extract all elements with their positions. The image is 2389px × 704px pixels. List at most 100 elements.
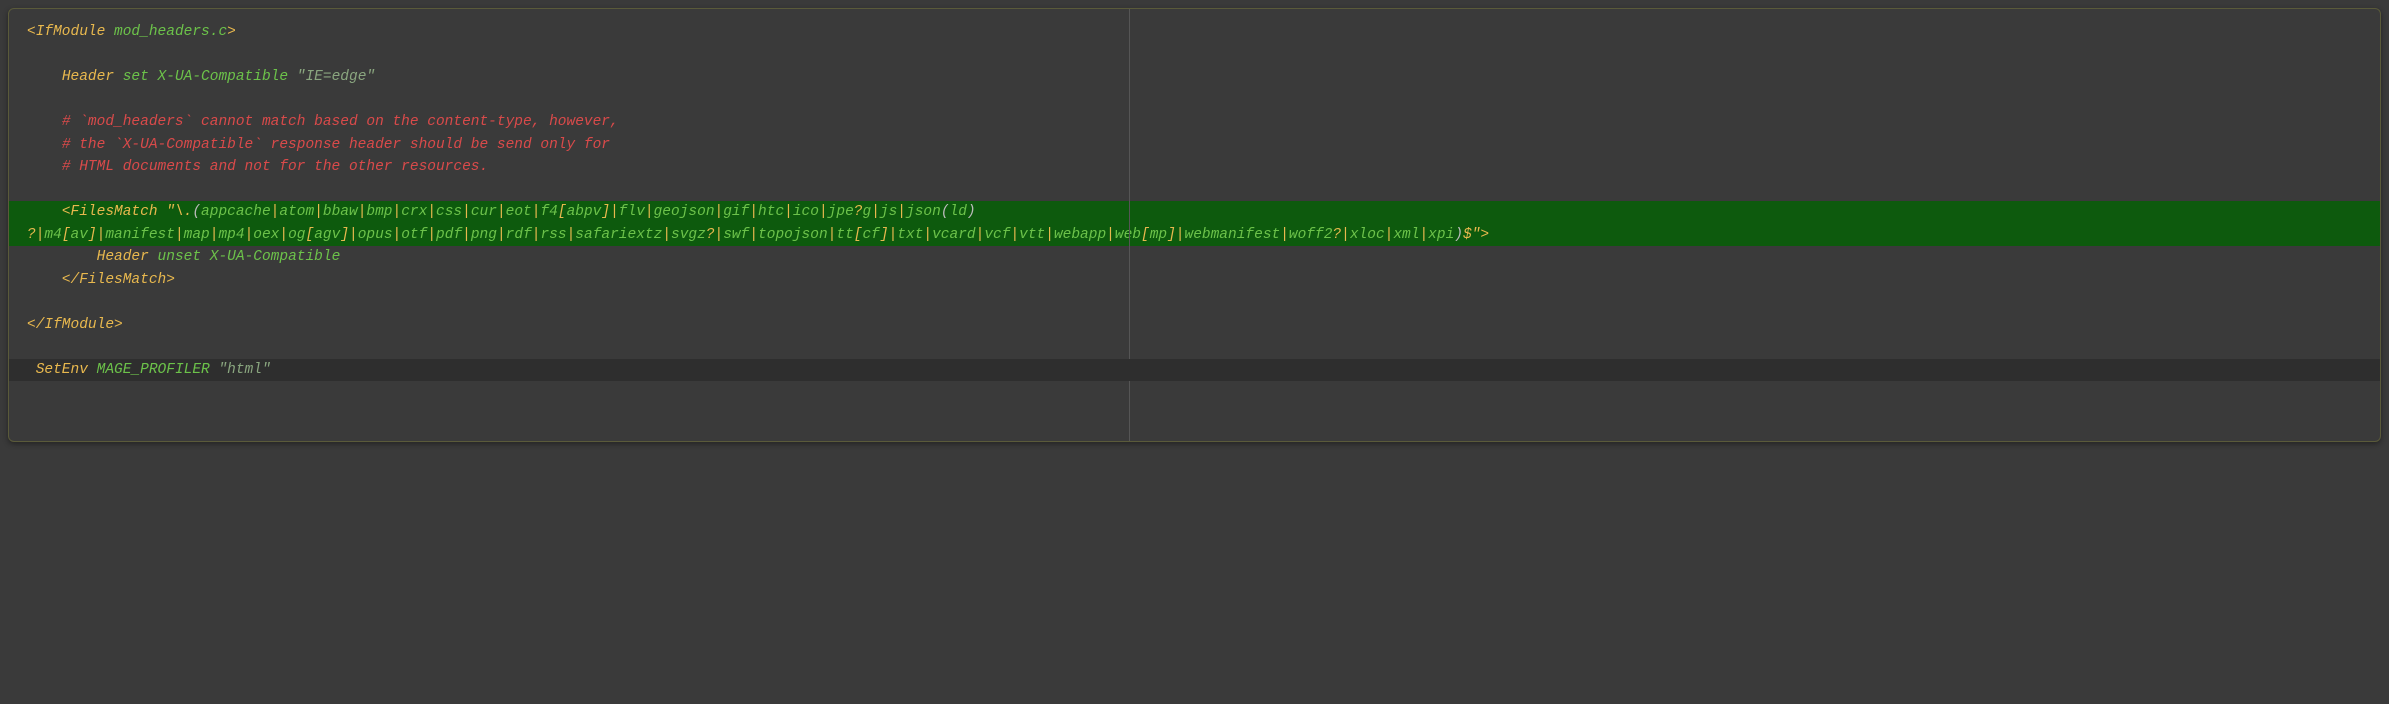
pipe: | (784, 204, 793, 220)
pipe: | (1010, 227, 1019, 243)
regex-token: cur (471, 204, 497, 220)
code-line-blank[interactable] (9, 44, 2380, 67)
pipe: | (462, 227, 471, 243)
pipe: | (279, 227, 288, 243)
indent (27, 137, 62, 153)
paren-close: ) (967, 204, 976, 220)
bracket-open: </ (27, 317, 44, 333)
regex-alternation: m4[av]|manifest|map|mp4|oex|og[agv]|opus… (44, 227, 1454, 243)
regex-token: webapp (1054, 227, 1106, 243)
sp (114, 69, 123, 85)
comment: # `mod_headers` cannot match based on th… (62, 114, 619, 130)
paren-open: ( (941, 204, 950, 220)
regex-token: appcache (201, 204, 271, 220)
sp (288, 69, 297, 85)
regex-token: eot (506, 204, 532, 220)
code-line[interactable]: # `mod_headers` cannot match based on th… (9, 111, 2380, 134)
regex-token: f4[abpv] (540, 204, 610, 220)
comment: # HTML documents and not for the other r… (62, 159, 488, 175)
indent (27, 272, 62, 288)
pipe: | (1419, 227, 1428, 243)
regex-token: manifest (105, 227, 175, 243)
code-line[interactable]: # HTML documents and not for the other r… (9, 156, 2380, 179)
regex-token: flv (619, 204, 645, 220)
indent (27, 249, 97, 265)
code-line[interactable]: </IfModule> (9, 314, 2380, 337)
pipe: | (923, 227, 932, 243)
regex-token: topojson (758, 227, 828, 243)
code-line-blank[interactable] (9, 179, 2380, 202)
header-name: X-UA-Compatible (210, 249, 341, 265)
pipe: | (819, 204, 828, 220)
bracket-close: > (166, 272, 175, 288)
sp (149, 69, 158, 85)
indent (27, 362, 36, 378)
code-line-blank[interactable] (9, 291, 2380, 314)
regex-token: json (906, 204, 941, 220)
scrollbar-vertical[interactable] (2363, 10, 2379, 440)
code-line-highlighted[interactable]: ?|m4[av]|manifest|map|mp4|oex|og[agv]|op… (9, 224, 2380, 247)
regex-token: rdf (506, 227, 532, 243)
pipe: | (1106, 227, 1115, 243)
regex-token: m4[av] (44, 227, 96, 243)
regex-token: atom (279, 204, 314, 220)
regex-token: xml (1393, 227, 1419, 243)
regex-token: xpi (1428, 227, 1454, 243)
code-line[interactable]: Header set X-UA-Compatible "IE=edge" (9, 66, 2380, 89)
regex-token: mp4 (218, 227, 244, 243)
pipe: | (1045, 227, 1054, 243)
regex-token: tt[cf] (836, 227, 888, 243)
header-name: X-UA-Compatible (158, 69, 289, 85)
pipe: | (749, 227, 758, 243)
regex-token: oex (253, 227, 279, 243)
regex-token: svgz? (671, 227, 715, 243)
paren-close: ) (1454, 227, 1463, 243)
sp (158, 204, 167, 220)
pipe: | (645, 204, 654, 220)
indent (27, 69, 62, 85)
pipe: | (349, 227, 358, 243)
code-line-blank[interactable] (9, 336, 2380, 359)
code-line[interactable]: # the `X-UA-Compatible` response header … (9, 134, 2380, 157)
regex-token: ld (950, 204, 967, 220)
string-value: "IE=edge" (297, 69, 375, 85)
regex-token: vcf (984, 227, 1010, 243)
bracket-close: > (1480, 227, 1489, 243)
directive: SetEnv (36, 362, 88, 378)
tag-name: FilesMatch (79, 272, 166, 288)
pipe: | (245, 227, 254, 243)
tag-name: IfModule (44, 317, 114, 333)
regex-qmark: ? (27, 227, 36, 243)
regex-token: vcard (932, 227, 976, 243)
bracket-open: </ (62, 272, 79, 288)
regex-token: gif (723, 204, 749, 220)
regex-token: js (880, 204, 897, 220)
regex-token: woff2? (1289, 227, 1341, 243)
pipe: | (897, 204, 906, 220)
code-editor[interactable]: <IfModule mod_headers.c> Header set X-UA… (8, 8, 2381, 442)
pipe: | (427, 227, 436, 243)
bracket-open: < (27, 24, 36, 40)
pipe: | (749, 204, 758, 220)
code-line-highlighted[interactable]: <FilesMatch "\.(appcache|atom|bbaw|bmp|c… (9, 201, 2380, 224)
pipe: | (462, 204, 471, 220)
regex-token: css (436, 204, 462, 220)
code-line[interactable]: <IfModule mod_headers.c> (9, 21, 2380, 44)
code-line[interactable]: Header unset X-UA-Compatible (9, 246, 2380, 269)
string-value: "html" (218, 362, 270, 378)
pipe: | (567, 227, 576, 243)
regex-token: xloc (1350, 227, 1385, 243)
regex-token: bbaw (323, 204, 358, 220)
bracket-open: < (62, 204, 71, 220)
pipe: | (889, 227, 898, 243)
indent (27, 204, 62, 220)
bracket-close: > (227, 24, 236, 40)
pipe: | (610, 204, 619, 220)
code-line-cursor[interactable]: SetEnv MAGE_PROFILER "html" (9, 359, 2380, 382)
pipe: | (662, 227, 671, 243)
code-line[interactable]: </FilesMatch> (9, 269, 2380, 292)
code-line-blank[interactable] (9, 89, 2380, 112)
regex-token: crx (401, 204, 427, 220)
pipe: | (393, 204, 402, 220)
regex-token: geojson (654, 204, 715, 220)
